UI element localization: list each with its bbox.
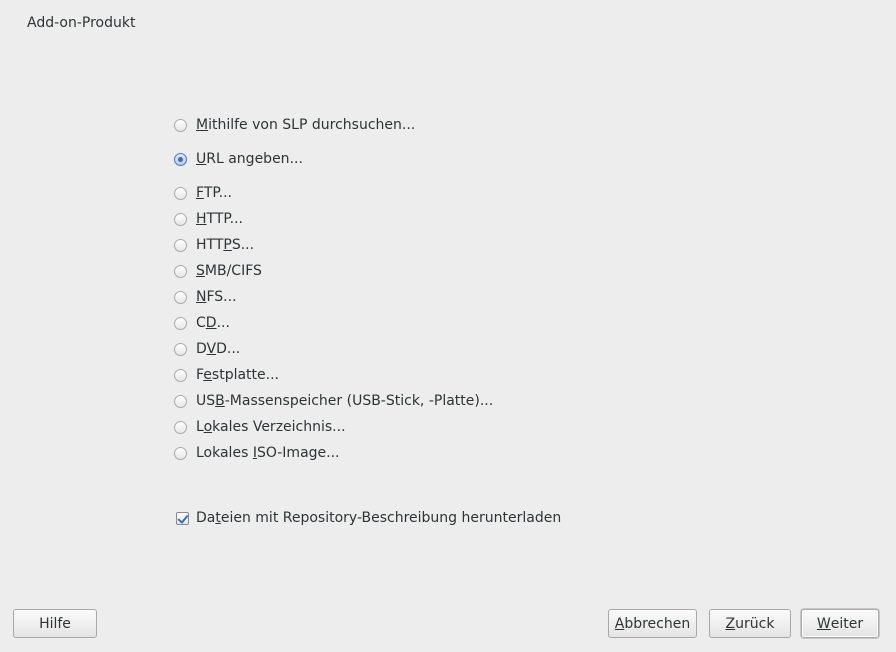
radio-button[interactable] xyxy=(174,118,187,132)
checkbox-label: Dateien mit Repository-Beschreibung heru… xyxy=(196,510,562,526)
next-button[interactable]: Weiter xyxy=(801,609,879,638)
radio-button[interactable] xyxy=(174,264,187,278)
radio-option-usb-storage[interactable]: USB-Massenspeicher (USB-Stick, -Platte).… xyxy=(174,390,493,412)
download-repo-description-checkbox-row[interactable]: Dateien mit Repository-Beschreibung heru… xyxy=(176,507,561,529)
radio-label: HTTP... xyxy=(196,211,244,227)
radio-button[interactable] xyxy=(174,420,187,434)
radio-button[interactable] xyxy=(174,152,187,166)
radio-option-nfs[interactable]: NFS... xyxy=(174,286,237,308)
radio-option-smb-cifs[interactable]: SMB/CIFS xyxy=(174,260,262,282)
help-button[interactable]: Hilfe xyxy=(13,609,97,638)
radio-label: CD... xyxy=(196,315,230,331)
radio-label: SMB/CIFS xyxy=(196,263,262,279)
radio-label: Festplatte... xyxy=(196,367,280,383)
radio-button[interactable] xyxy=(174,316,187,330)
radio-option-ftp[interactable]: FTP... xyxy=(174,182,232,204)
radio-button[interactable] xyxy=(174,394,187,408)
radio-option-cd[interactable]: CD... xyxy=(174,312,230,334)
radio-button[interactable] xyxy=(174,446,187,460)
radio-option-url[interactable]: URL angeben... xyxy=(174,148,303,170)
radio-option-https[interactable]: HTTPS... xyxy=(174,234,254,256)
radio-option-http[interactable]: HTTP... xyxy=(174,208,243,230)
radio-label: HTTPS... xyxy=(196,237,255,253)
radio-label: URL angeben... xyxy=(196,151,303,167)
radio-option-local-iso-image[interactable]: Lokales ISO-Image... xyxy=(174,442,340,464)
page-title: Add-on-Produkt xyxy=(27,15,136,31)
radio-label: FTP... xyxy=(196,185,232,201)
radio-label: Lokales Verzeichnis... xyxy=(196,419,346,435)
back-button[interactable]: Zurück xyxy=(709,609,791,638)
radio-button[interactable] xyxy=(174,368,187,382)
radio-button[interactable] xyxy=(174,238,187,252)
radio-option-dvd[interactable]: DVD... xyxy=(174,338,240,360)
radio-button[interactable] xyxy=(174,212,187,226)
radio-label: DVD... xyxy=(196,341,241,357)
radio-label: USB-Massenspeicher (USB-Stick, -Platte).… xyxy=(196,393,494,409)
radio-option-hard-disk[interactable]: Festplatte... xyxy=(174,364,279,386)
radio-option-slp[interactable]: Mithilfe von SLP durchsuchen... xyxy=(174,114,415,136)
radio-label: NFS... xyxy=(196,289,237,305)
cancel-button[interactable]: Abbrechen xyxy=(608,609,697,638)
download-repo-description-checkbox[interactable] xyxy=(176,511,189,525)
radio-button[interactable] xyxy=(174,290,187,304)
radio-label: Lokales ISO-Image... xyxy=(196,445,340,461)
radio-button[interactable] xyxy=(174,342,187,356)
radio-option-local-directory[interactable]: Lokales Verzeichnis... xyxy=(174,416,346,438)
radio-button[interactable] xyxy=(174,186,187,200)
radio-label: Mithilfe von SLP durchsuchen... xyxy=(196,117,416,133)
